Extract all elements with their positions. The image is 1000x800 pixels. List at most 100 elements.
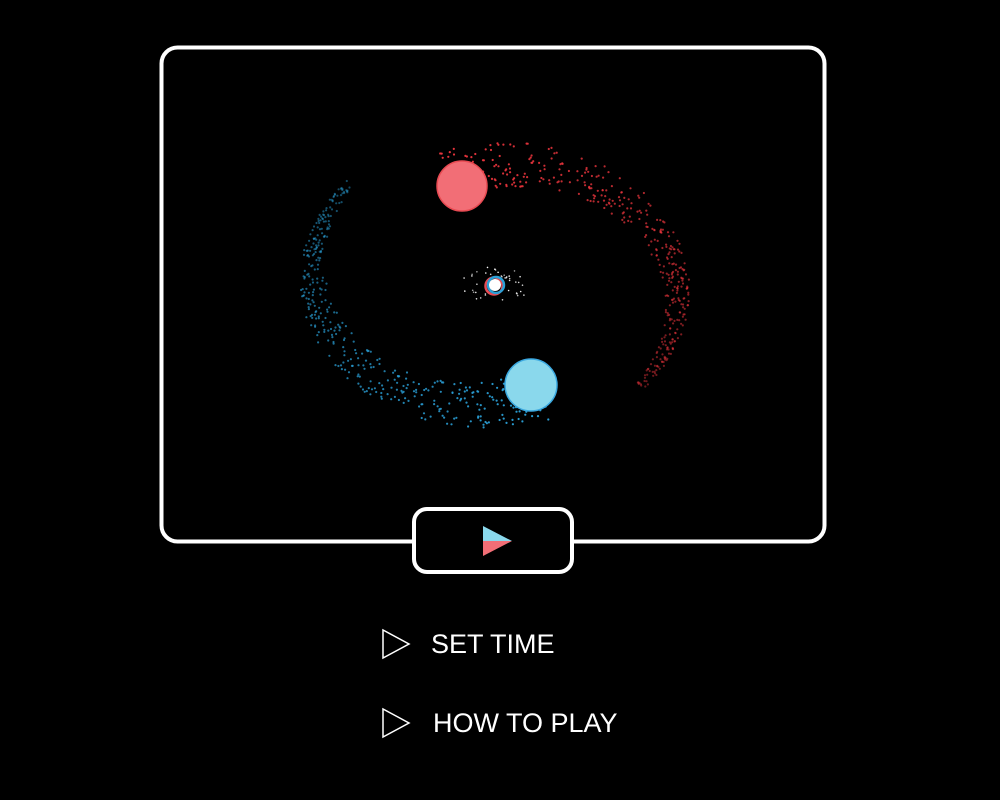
red-particle <box>644 385 647 388</box>
blue-particle <box>325 282 328 285</box>
blue-particle <box>315 317 318 320</box>
blue-particle <box>334 364 337 367</box>
red-particle <box>586 199 589 202</box>
red-particle <box>481 159 485 162</box>
blue-particle <box>311 294 314 297</box>
red-particle <box>508 167 512 170</box>
red-particle <box>512 178 515 181</box>
blue-particle <box>477 416 480 419</box>
red-particle <box>646 383 650 386</box>
red-particle <box>667 352 671 355</box>
blue-particle <box>547 418 550 421</box>
red-particle <box>640 211 643 214</box>
red-particle <box>681 315 685 318</box>
red-particle <box>671 289 674 292</box>
blue-particle <box>496 403 499 406</box>
play-button[interactable] <box>412 507 574 574</box>
core-particle <box>489 273 492 276</box>
blue-particle <box>477 390 480 393</box>
red-particle <box>543 164 546 167</box>
blue-particle <box>321 217 324 220</box>
red-particle <box>669 342 672 345</box>
blue-particle <box>458 392 461 395</box>
blue-particle <box>307 306 310 309</box>
red-particle <box>682 303 685 306</box>
blue-particle <box>357 357 360 360</box>
blue-particle <box>509 404 513 407</box>
game-stage <box>159 45 827 574</box>
blue-particle <box>512 406 515 409</box>
red-particle <box>622 211 625 214</box>
blue-particle <box>407 399 410 402</box>
red-particle <box>552 176 556 179</box>
blue-particle <box>340 368 343 371</box>
red-particle <box>521 185 524 188</box>
red-particle <box>655 369 658 372</box>
red-particle <box>656 350 659 353</box>
red-particle <box>680 285 683 288</box>
blue-particle <box>479 415 482 418</box>
red-particle <box>659 358 662 361</box>
blue-particle <box>328 354 331 357</box>
red-particle <box>530 161 533 164</box>
red-particle <box>661 276 664 279</box>
set-time-menu-item[interactable]: SET TIME <box>381 626 555 662</box>
red-particle <box>440 152 443 155</box>
blue-particle <box>331 336 334 339</box>
blue-particle <box>324 299 327 302</box>
blue-particle <box>335 332 338 336</box>
blue-particle <box>338 201 341 205</box>
core-particle <box>476 271 478 273</box>
blue-particle <box>469 420 472 423</box>
how-to-play-menu-item[interactable]: HOW TO PLAY <box>381 705 618 741</box>
red-particle <box>489 144 492 147</box>
blue-particle <box>330 198 333 201</box>
blue-particle <box>347 359 350 362</box>
red-particle <box>651 227 654 230</box>
blue-particle <box>337 364 340 368</box>
blue-particle <box>320 242 323 245</box>
red-particle <box>487 174 490 178</box>
blue-particle <box>405 387 408 390</box>
blue-particle <box>443 416 446 419</box>
blue-particle <box>311 254 314 257</box>
blue-particle <box>521 420 524 423</box>
red-particle <box>666 346 669 349</box>
red-particle <box>659 347 662 350</box>
red-particle <box>532 160 535 163</box>
red-particle <box>610 185 614 188</box>
blue-particle <box>329 214 332 218</box>
blue-particle <box>313 304 316 307</box>
blue-particle <box>358 375 361 378</box>
red-particle <box>512 145 515 148</box>
blue-particle <box>412 381 415 384</box>
blue-particle <box>316 334 319 337</box>
blue-particle <box>340 201 343 204</box>
red-particle <box>596 189 599 192</box>
blue-particle <box>306 273 309 276</box>
blue-particle <box>305 297 308 300</box>
red-particle <box>645 209 648 212</box>
red-particle <box>592 194 595 197</box>
red-particle <box>676 273 679 276</box>
blue-particle <box>326 226 329 229</box>
blue-particle <box>369 350 372 353</box>
red-particle <box>668 262 671 265</box>
core-particle <box>485 272 487 274</box>
red-particle <box>502 172 505 175</box>
blue-particle <box>321 320 324 323</box>
blue-particle <box>303 249 306 252</box>
blue-particle <box>313 268 316 271</box>
blue-particle <box>307 308 310 311</box>
blue-particle <box>326 308 329 311</box>
red-particle <box>610 212 613 215</box>
red-particle <box>513 181 516 184</box>
red-particle <box>665 243 668 246</box>
red-particle <box>677 280 680 283</box>
blue-particle <box>319 293 322 296</box>
blue-particle <box>327 339 330 342</box>
blue-particle <box>515 410 518 413</box>
blue-particle <box>357 364 360 367</box>
red-particle <box>682 306 685 309</box>
red-particle <box>470 156 473 159</box>
